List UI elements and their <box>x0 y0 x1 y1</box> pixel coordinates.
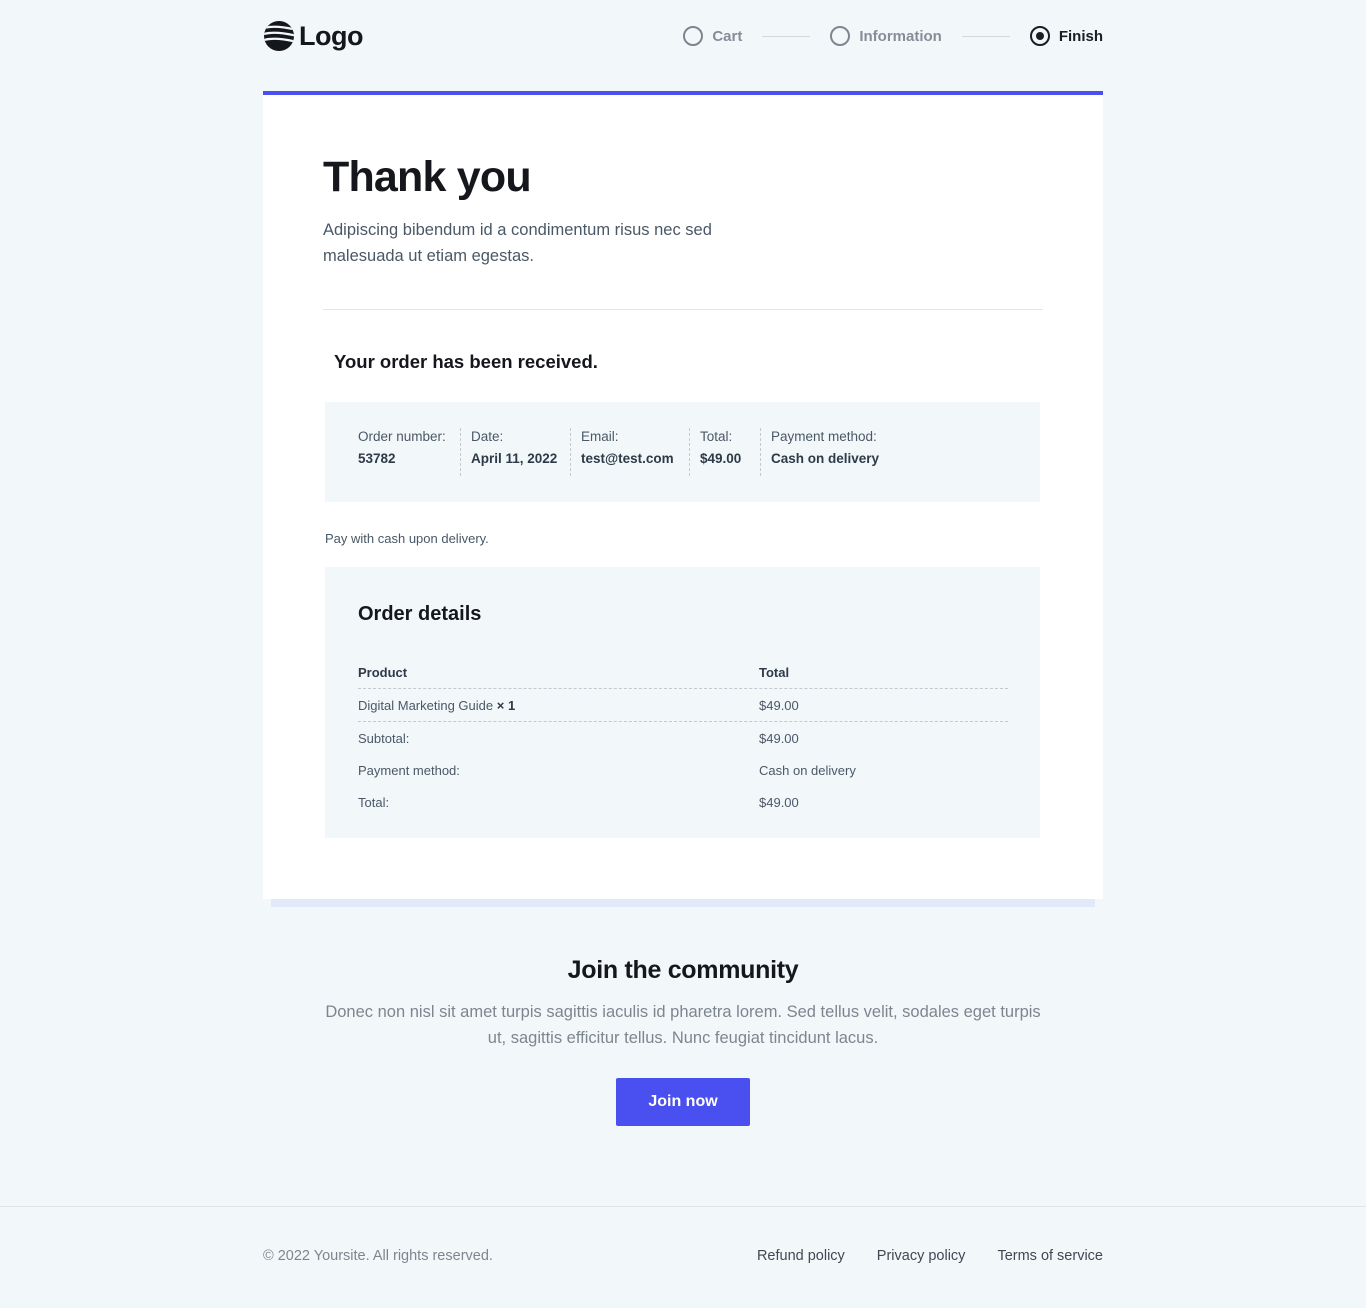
step-finish[interactable]: Finish <box>1029 26 1103 46</box>
footer-divider <box>0 1206 1366 1207</box>
order-summary: Order number: 53782 Date: April 11, 2022… <box>325 402 1040 502</box>
table-row: Subtotal: $49.00 <box>358 722 1008 754</box>
community-title: Join the community <box>567 956 799 984</box>
order-total-value: $49.00 <box>700 451 742 466</box>
community-text: Donec non nisl sit amet turpis sagittis … <box>325 1003 1041 1047</box>
order-payment-value: Cash on delivery <box>771 451 880 466</box>
step-radio-selected-icon <box>1029 26 1050 46</box>
payment-method-label: Payment method: <box>358 763 460 778</box>
order-payment-label: Payment method: <box>771 429 877 444</box>
order-number-label: Order number: <box>358 429 446 444</box>
table-header-row: Product Total <box>358 657 1008 689</box>
footer-links: Refund policy Privacy policy Terms of se… <box>725 1248 1103 1264</box>
order-email: Email: test@test.com <box>581 428 674 476</box>
copyright: © 2022 Yoursite. All rights reserved. <box>263 1248 493 1264</box>
step-radio-icon <box>830 26 851 46</box>
site-header: Logo Cart Information Finish <box>263 18 1103 58</box>
total-value: $49.00 <box>759 795 799 810</box>
checkout-steps: Cart Information Finish <box>683 26 1103 46</box>
product-name[interactable]: Digital Marketing Guide <box>358 698 493 713</box>
summary-separator <box>689 428 690 476</box>
subtotal-value: $49.00 <box>759 731 799 746</box>
table-row: Payment method: Cash on delivery <box>358 754 1008 786</box>
column-header-product: Product <box>358 665 408 680</box>
confirmation-card: Thank you Adipiscing bibendum id a condi… <box>263 91 1103 899</box>
page-title: Thank you <box>323 153 532 201</box>
table-row: Digital Marketing Guide × 1 $49.00 <box>358 689 1008 722</box>
lead-text: Adipiscing bibendum id a condimentum ris… <box>323 221 712 265</box>
order-date-label: Date: <box>471 429 504 444</box>
join-now-button[interactable]: Join now <box>616 1078 750 1126</box>
order-number-value: 53782 <box>358 451 396 466</box>
privacy-policy-link[interactable]: Privacy policy <box>877 1248 966 1264</box>
summary-separator <box>760 428 761 476</box>
logo[interactable]: Logo <box>263 20 363 52</box>
community-section: Join the community Donec non nisl sit am… <box>0 956 1366 1051</box>
summary-separator <box>570 428 571 476</box>
table-row: Total: $49.00 <box>358 786 1008 818</box>
total-label: Total: <box>358 795 390 810</box>
order-email-value: test@test.com <box>581 451 674 466</box>
subtotal-label: Subtotal: <box>358 731 410 746</box>
summary-separator <box>460 428 461 476</box>
terms-of-service-link[interactable]: Terms of service <box>997 1248 1103 1264</box>
order-details-title: Order details <box>358 603 482 625</box>
order-date: Date: April 11, 2022 <box>471 428 557 476</box>
step-radio-icon <box>683 26 704 46</box>
step-connector <box>961 35 1010 37</box>
order-details: Order details Product Total Digital Mark… <box>325 567 1040 838</box>
step-connector <box>762 35 811 37</box>
logo-icon <box>264 21 294 51</box>
step-information[interactable]: Information <box>830 26 942 46</box>
order-email-label: Email: <box>581 429 619 444</box>
step-cart[interactable]: Cart <box>683 26 742 46</box>
refund-policy-link[interactable]: Refund policy <box>757 1248 845 1264</box>
logo-text: Logo <box>299 20 363 51</box>
payment-note: Pay with cash upon delivery. <box>325 531 489 546</box>
order-date-value: April 11, 2022 <box>471 451 558 466</box>
step-label: Finish <box>1058 27 1103 45</box>
order-payment: Payment method: Cash on delivery <box>771 428 879 476</box>
order-total-label: Total: <box>700 429 733 444</box>
product-total: $49.00 <box>759 698 799 713</box>
order-received-heading: Your order has been received. <box>334 351 598 372</box>
product-quantity: × 1 <box>496 698 516 713</box>
payment-method-value: Cash on delivery <box>759 763 856 778</box>
order-details-table: Product Total Digital Marketing Guide × … <box>358 657 1008 818</box>
order-number: Order number: 53782 <box>358 428 446 476</box>
card-shadow <box>271 899 1095 907</box>
order-total: Total: $49.00 <box>700 428 741 476</box>
step-label: Cart <box>712 27 743 45</box>
column-header-total: Total <box>759 665 790 680</box>
divider <box>323 309 1043 310</box>
step-label: Information <box>859 27 942 45</box>
product-cell: Digital Marketing Guide × 1 <box>358 698 515 713</box>
